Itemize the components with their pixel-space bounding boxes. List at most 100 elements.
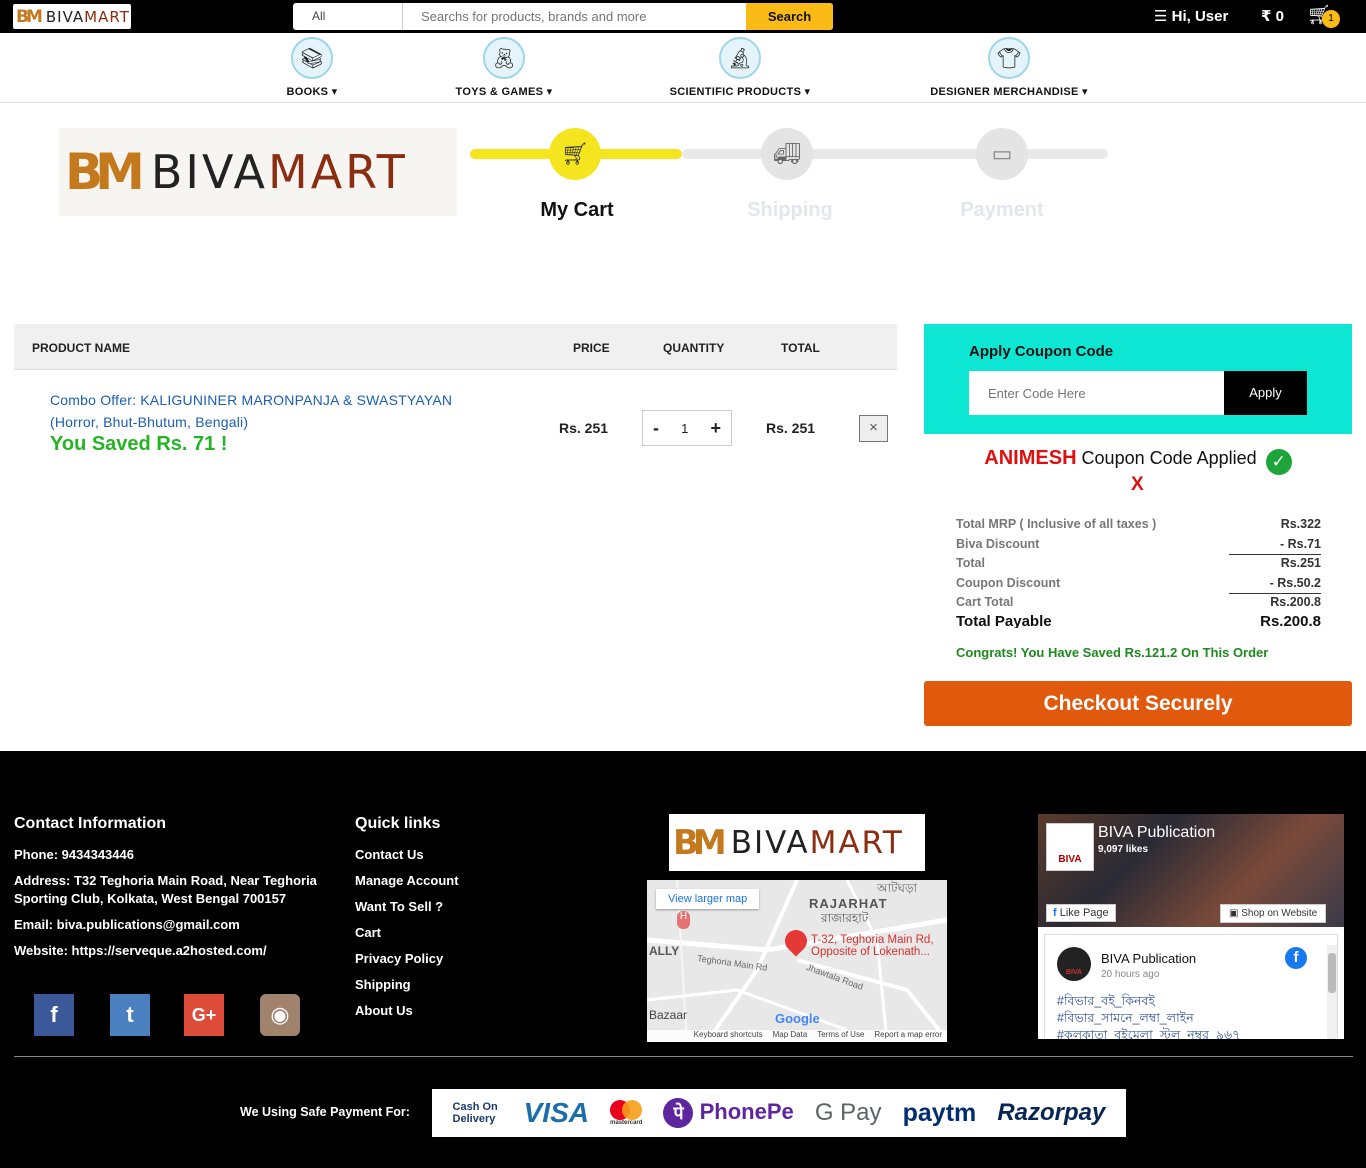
- fb-hashtag[interactable]: #কলকাতা_বইমেলা_স্টল_নম্বর_৯৬৭: [1057, 1027, 1240, 1039]
- step-cart-icon: 🛒︎: [549, 128, 601, 180]
- header-quantity: QUANTITY: [663, 341, 725, 355]
- summary-label: Total MRP ( Inclusive of all taxes ): [956, 517, 1157, 531]
- coupon-applied-text: Coupon Code Applied: [1081, 448, 1257, 468]
- header-logo[interactable]: BM BIVAMART: [13, 4, 131, 29]
- logo-name: BIVAMART: [150, 145, 408, 199]
- header-product-name: PRODUCT NAME: [32, 341, 130, 355]
- order-summary: Total MRP ( Inclusive of all taxes ) Rs.…: [956, 517, 1321, 615]
- map-area-label-bn: রাজারহাট: [821, 911, 869, 925]
- payment-label: We Using Safe Payment For:: [240, 1105, 410, 1119]
- map-footer-bar: Keyboard shortcuts Map Data Terms of Use…: [647, 1030, 947, 1042]
- view-larger-map-link[interactable]: View larger map: [656, 889, 760, 909]
- category-scientific-products[interactable]: 🔬︎ SCIENTIFIC PRODUCTS ▾: [665, 37, 815, 98]
- coupon-panel: Apply Coupon Code Apply: [924, 324, 1352, 434]
- menu-icon: ☰: [1154, 8, 1168, 25]
- footer-link-manage-account[interactable]: Manage Account: [355, 872, 459, 890]
- facebook-icon[interactable]: f: [34, 994, 74, 1036]
- fb-page-name[interactable]: BIVA Publication: [1098, 824, 1215, 842]
- product-name-link[interactable]: Combo Offer: KALIGUNINER MARONPANJA & SW…: [50, 389, 490, 433]
- fb-post-time: 20 hours ago: [1101, 969, 1160, 980]
- logo-name: BIVAMART: [730, 824, 904, 861]
- logo-mark: BM: [16, 6, 43, 27]
- map-data-link[interactable]: Map Data: [773, 1030, 808, 1042]
- category-designer-merchandise[interactable]: 👕︎ DESIGNER MERCHANDISE ▾: [926, 37, 1092, 98]
- contact-address-line: Sporting Club, Kolkata, West Bengal 7001…: [14, 891, 287, 906]
- fb-shop-button[interactable]: ▣ Shop on Website: [1220, 904, 1327, 923]
- map-place-label: Bazaar: [649, 1008, 688, 1022]
- footer-link-cart[interactable]: Cart: [355, 924, 381, 942]
- checkout-button[interactable]: Checkout Securely: [924, 681, 1352, 726]
- apply-coupon-button[interactable]: Apply: [1224, 371, 1307, 415]
- wallet-balance[interactable]: ₹ 0: [1261, 7, 1284, 25]
- summary-label: Biva Discount: [956, 536, 1040, 551]
- fb-likes-count: 9,097 likes: [1098, 844, 1149, 855]
- header-total: TOTAL: [781, 341, 820, 355]
- fb-scrollbar[interactable]: [1327, 945, 1337, 1039]
- search-button[interactable]: Search: [746, 3, 833, 30]
- contact-phone: Phone: 9434343446: [14, 847, 134, 862]
- map-report-error-link[interactable]: Report a map error: [874, 1030, 942, 1042]
- phonepe-logo: पे PhonePe: [663, 1098, 794, 1128]
- increase-quantity-button[interactable]: +: [710, 418, 721, 439]
- category-toys-games[interactable]: 🧸︎ TOYS & GAMES ▾: [452, 37, 556, 98]
- books-icon: 📚︎: [291, 37, 333, 79]
- category-books[interactable]: 📚︎ BOOKS ▾: [282, 37, 342, 98]
- quantity-value[interactable]: 1: [681, 421, 688, 436]
- hospital-icon: H: [677, 911, 690, 929]
- step-card-icon: ▭: [976, 128, 1028, 180]
- item-total: Rs. 251: [766, 420, 816, 436]
- coupon-code-input[interactable]: [969, 371, 1224, 415]
- cash-on-delivery-logo: Cash On Delivery: [452, 1101, 498, 1125]
- item-price: Rs. 251: [559, 420, 609, 436]
- map-keyboard-shortcuts[interactable]: Keyboard shortcuts: [694, 1030, 763, 1042]
- fb-hashtag[interactable]: #বিভার_সামনে_লম্বা_লাইন: [1057, 1010, 1240, 1027]
- summary-row: Total MRP ( Inclusive of all taxes ) Rs.…: [956, 517, 1321, 537]
- contact-website[interactable]: Website: https://serveque.a2hosted.com/: [14, 942, 267, 960]
- summary-row: Coupon Discount - Rs.50.2: [956, 576, 1321, 596]
- category-nav: 📚︎ BOOKS ▾ 🧸︎ TOYS & GAMES ▾ 🔬︎ SCIENTIF…: [0, 33, 1366, 103]
- google-plus-icon[interactable]: G+: [184, 994, 224, 1036]
- razorpay-logo: Razorpay: [997, 1099, 1106, 1126]
- footer-divider: [14, 1056, 1353, 1057]
- search-category-select[interactable]: All: [293, 3, 403, 30]
- footer-link-about-us[interactable]: About Us: [355, 1002, 413, 1020]
- footer-link-privacy-policy[interactable]: Privacy Policy: [355, 950, 443, 968]
- brand-logo[interactable]: BM BIVAMART: [59, 128, 457, 216]
- coupon-applied-message: ANIMESH Coupon Code Applied ✓: [924, 447, 1352, 475]
- fb-post-author[interactable]: BIVA Publication: [1101, 951, 1196, 966]
- map-corner-label: আটঘড়া: [877, 881, 917, 895]
- map-terms-link[interactable]: Terms of Use: [817, 1030, 864, 1042]
- remove-coupon-button[interactable]: X: [1131, 474, 1144, 496]
- fb-post: BIVA BIVA Publication 20 hours ago f #বি…: [1044, 934, 1338, 1039]
- category-label: DESIGNER MERCHANDISE ▾: [930, 86, 1088, 98]
- saved-amount: You Saved Rs. 71 !: [50, 433, 228, 455]
- divider: [1229, 592, 1321, 594]
- footer: Contact Information Phone: 9434343446 Ad…: [0, 751, 1366, 1168]
- summary-label: Cart Total: [956, 595, 1014, 610]
- instagram-icon[interactable]: ◉: [260, 994, 300, 1036]
- progress-track-remaining: [682, 149, 1108, 159]
- summary-value: - Rs.71: [1280, 536, 1321, 551]
- fb-like-page-button[interactable]: f Like Page: [1046, 904, 1116, 922]
- category-label: TOYS & GAMES ▾: [455, 86, 553, 98]
- science-icon: 🔬︎: [719, 37, 761, 79]
- footer-link-want-to-sell[interactable]: Want To Sell ?: [355, 898, 443, 916]
- twitter-icon[interactable]: t: [110, 994, 150, 1036]
- footer-link-shipping[interactable]: Shipping: [355, 976, 411, 994]
- search-input[interactable]: [403, 3, 746, 30]
- header-price: PRICE: [573, 341, 610, 355]
- mastercard-logo: mastercard: [610, 1100, 642, 1126]
- map-area-label: RAJARHAT: [809, 896, 888, 911]
- check-icon: ✓: [1265, 449, 1292, 475]
- decrease-quantity-button[interactable]: -: [653, 418, 659, 439]
- merch-icon: 👕︎: [988, 37, 1030, 79]
- step-label-cart: My Cart: [540, 199, 614, 221]
- contact-email[interactable]: Email: biva.publications@gmail.com: [14, 916, 240, 934]
- footer-logo: BM BIVAMART: [669, 814, 925, 871]
- applied-coupon-code: ANIMESH: [984, 447, 1077, 469]
- footer-link-contact-us[interactable]: Contact Us: [355, 846, 424, 864]
- fb-hashtag[interactable]: #বিভার_বই_কিনবই: [1057, 993, 1240, 1010]
- user-menu[interactable]: ☰ Hi, User: [1154, 7, 1228, 25]
- remove-item-button[interactable]: ×: [859, 415, 888, 442]
- location-map[interactable]: View larger map RAJARHAT রাজারহাট আটঘড়া…: [647, 880, 947, 1042]
